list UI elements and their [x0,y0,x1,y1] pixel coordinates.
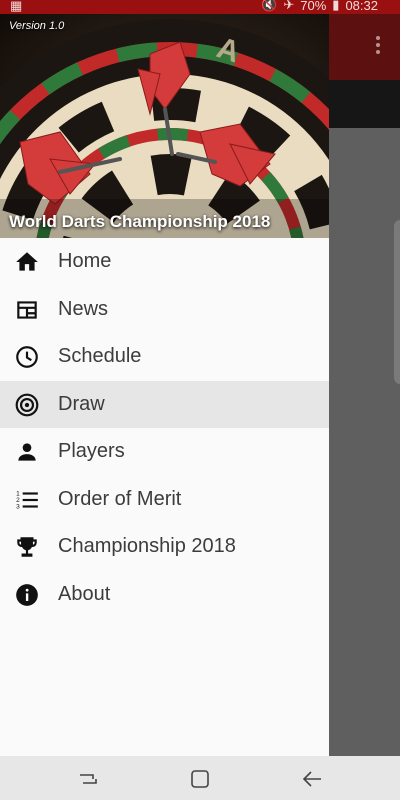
airplane-mode-icon: ✈ [283,0,295,12]
menu-item-about[interactable]: About [0,571,329,619]
menu-item-draw[interactable]: Draw [0,380,329,428]
system-navigation-bar [0,756,400,800]
numbered-list-icon: 1 2 3 [16,490,38,510]
battery-percent: 70% [300,0,327,13]
drawer-title: World Darts Championship 2018 [9,212,271,231]
app-card-edge [394,220,400,384]
svg-text:3: 3 [16,503,20,510]
drawer-menu: Home News Schedule Draw Players 1 2 3 Or… [0,238,329,618]
menu-item-label: Order of Merit [58,487,182,510]
menu-item-label: About [58,582,111,605]
menu-item-players[interactable]: Players [0,428,329,476]
navigation-drawer: A Version 1.0 World Darts Championship 2… [0,14,329,756]
mute-icon: 🔇 [261,0,278,12]
menu-item-news[interactable]: News [0,286,329,334]
news-icon [17,300,37,319]
menu-item-label: Championship 2018 [58,535,236,558]
home-button-icon[interactable] [189,768,211,790]
menu-item-championship[interactable]: Championship 2018 [0,523,329,571]
menu-item-label: News [58,297,109,320]
clock-time: 08:32 [345,0,378,13]
clock-icon [16,346,38,368]
battery-icon: ▮ [332,0,340,12]
menu-item-home[interactable]: Home [0,238,329,286]
target-icon [15,393,39,416]
image-notification-icon: ▦ [10,0,23,13]
menu-item-label: Home [58,250,112,273]
recents-icon[interactable] [77,768,99,790]
trophy-icon [17,537,37,557]
menu-item-schedule[interactable]: Schedule [0,333,329,381]
back-icon[interactable] [301,768,323,790]
home-icon [16,252,38,271]
menu-item-label: Players [58,440,125,463]
menu-item-label: Draw [58,392,105,415]
menu-item-label: Schedule [58,345,142,368]
info-icon [16,583,38,606]
status-bar: ▦ 🔇 ✈ 70% ▮ 08:32 [0,0,400,14]
drawer-header: A Version 1.0 World Darts Championship 2… [0,14,329,238]
person-icon [18,443,36,461]
app-version-label: Version 1.0 [9,20,65,32]
darts-header-image: A [0,14,329,238]
menu-item-order-of-merit[interactable]: 1 2 3 Order of Merit [0,476,329,524]
overflow-menu-icon[interactable] [376,36,380,57]
